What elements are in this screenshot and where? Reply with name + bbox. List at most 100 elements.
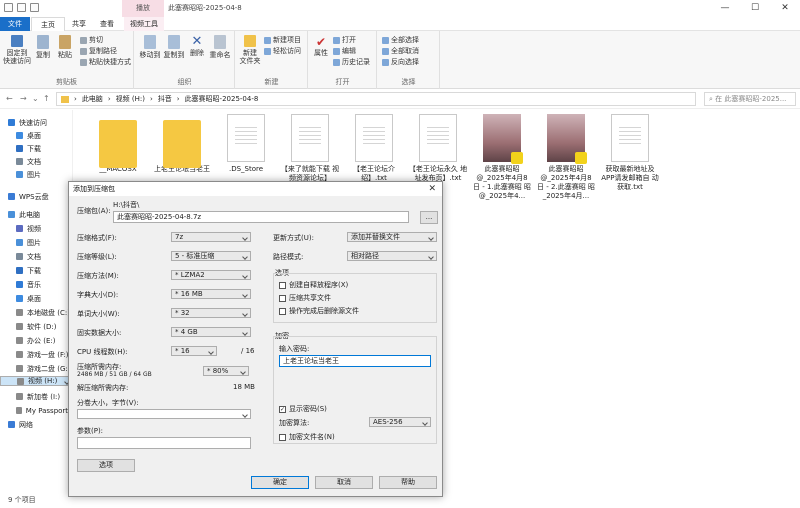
breadcrumb[interactable]: › 此电脑 › 视频 (H:) › 抖音 › 此塞赛昭昭-2025-04-8 bbox=[56, 92, 696, 106]
file-item[interactable]: 此塞赛昭昭 @_2025年4月8 日 - 1.此塞赛昭 昭@_2025年4... bbox=[472, 110, 532, 201]
file-item[interactable]: __MACOSX bbox=[88, 110, 148, 174]
easy-access-button[interactable]: 轻松访问 bbox=[264, 46, 301, 56]
nav-item[interactable]: WPS云盘 bbox=[0, 190, 73, 203]
copy-path-button[interactable]: 复制路径 bbox=[80, 46, 117, 56]
open-button[interactable]: 打开 bbox=[333, 35, 356, 45]
cancel-button[interactable]: 取消 bbox=[315, 476, 373, 489]
nav-item[interactable]: 文档 bbox=[0, 250, 73, 263]
tab-view[interactable]: 查看 bbox=[94, 17, 120, 31]
file-item[interactable]: 此塞赛昭昭 @_2025年4月8 日 - 2.此塞赛昭 昭_2025年4月... bbox=[536, 110, 596, 201]
nav-item[interactable]: 游戏一盘 (F:) bbox=[0, 348, 73, 361]
close-button[interactable]: ✕ bbox=[770, 0, 800, 17]
edit-button[interactable]: 编辑 bbox=[333, 46, 356, 56]
crumb-douyin[interactable]: 抖音 bbox=[158, 94, 172, 104]
password-input[interactable]: 上老王论坛当老王 bbox=[279, 355, 431, 367]
history-button[interactable]: 历史记录 bbox=[333, 57, 370, 67]
tab-home[interactable]: 主页 bbox=[31, 17, 65, 31]
file-item[interactable]: 获取最新地址及 APP请发邮箱自 动获取.txt bbox=[600, 110, 660, 192]
nav-item[interactable]: 本地磁盘 (C:) bbox=[0, 306, 73, 319]
recent-chevron-icon[interactable]: ⌄ bbox=[32, 94, 39, 103]
file-item[interactable]: .DS_Store bbox=[216, 110, 276, 174]
nav-item[interactable]: 桌面 bbox=[0, 292, 73, 305]
back-arrow-icon[interactable]: ← bbox=[6, 94, 13, 103]
invert-selection-button[interactable]: 反向选择 bbox=[382, 57, 419, 67]
search-input[interactable]: ⌕ 在 此塞赛昭昭-2025... bbox=[704, 92, 796, 106]
file-item[interactable]: 【来了就能下载 视频资源论坛】 bbox=[280, 110, 340, 183]
delete-button[interactable]: ✕ 删除 bbox=[187, 35, 207, 58]
delete-after-checkbox[interactable]: 操作完成后删除源文件 bbox=[279, 306, 359, 316]
solid-select[interactable]: * 4 GB bbox=[171, 327, 251, 337]
split-combo[interactable] bbox=[77, 409, 251, 419]
tab-file[interactable]: 文件 bbox=[0, 17, 30, 31]
word-select[interactable]: * 32 bbox=[171, 308, 251, 318]
method-select[interactable]: * LZMA2 bbox=[171, 270, 251, 280]
nav-item[interactable]: 办公 (E:) bbox=[0, 334, 73, 347]
nav-item[interactable]: 此电脑 bbox=[0, 208, 73, 221]
select-group: 全部选择 全部取消 反向选择 选择 bbox=[378, 31, 440, 89]
crumb-drive-h[interactable]: 视频 (H:) bbox=[116, 94, 145, 104]
properties-button[interactable]: ✔ 属性 bbox=[311, 35, 331, 57]
paste-button[interactable]: 粘贴 bbox=[56, 35, 74, 59]
nav-item[interactable]: 网络 bbox=[0, 418, 73, 431]
crumb-this-pc[interactable]: 此电脑 bbox=[82, 94, 103, 104]
help-button[interactable]: 帮助 bbox=[379, 476, 437, 489]
options-button[interactable]: 选项 bbox=[77, 459, 135, 472]
enc-method-select[interactable]: AES-256 bbox=[369, 417, 431, 427]
new-folder-button[interactable]: 新建 文件夹 bbox=[238, 35, 262, 65]
file-item[interactable]: 【老王论坛永久 地址发布页】.txt bbox=[408, 110, 468, 183]
file-item[interactable]: 【老王论坛介 绍】.txt bbox=[344, 110, 404, 183]
path-mode-select[interactable]: 相对路径 bbox=[347, 251, 437, 261]
nav-item[interactable]: 视频 bbox=[0, 222, 73, 235]
crumb-current-folder[interactable]: 此塞赛昭昭-2025-04-8 bbox=[185, 94, 259, 104]
shared-checkbox[interactable]: 压缩共享文件 bbox=[279, 293, 331, 303]
nav-item[interactable]: 快速访问 bbox=[0, 116, 73, 129]
params-input[interactable] bbox=[77, 437, 251, 449]
properties-quick-icon[interactable] bbox=[4, 3, 13, 12]
browse-button[interactable]: ... bbox=[420, 211, 438, 224]
nav-item[interactable]: 桌面 bbox=[0, 129, 73, 142]
checkbox-quick-icon[interactable] bbox=[17, 3, 26, 12]
context-tab-play[interactable]: 播放 bbox=[122, 0, 164, 17]
update-select[interactable]: 添加并替换文件 bbox=[347, 232, 437, 242]
move-to-button[interactable]: 移动到 bbox=[139, 35, 161, 59]
nav-item[interactable]: 下载 bbox=[0, 142, 73, 155]
tab-share[interactable]: 共享 bbox=[66, 17, 92, 31]
nav-item[interactable]: 新加卷 (I:) bbox=[0, 390, 73, 403]
sfx-checkbox[interactable]: 创建自释放程序(X) bbox=[279, 280, 348, 290]
pin-button[interactable]: 固定到 快速访问 bbox=[2, 35, 32, 65]
maximize-button[interactable]: ☐ bbox=[740, 0, 770, 17]
archive-name-combo[interactable]: 此塞赛昭昭-2025-04-8.7z bbox=[113, 211, 409, 223]
nav-item[interactable]: 视频 (H:) bbox=[0, 376, 73, 386]
up-arrow-icon[interactable]: ↑ bbox=[43, 94, 50, 103]
level-select[interactable]: 5 - 标准压缩 bbox=[171, 251, 251, 261]
nav-item[interactable]: 软件 (D:) bbox=[0, 320, 73, 333]
copy-to-button[interactable]: 复制到 bbox=[163, 35, 185, 59]
new-folder-quick-icon[interactable] bbox=[30, 3, 39, 12]
nav-item[interactable]: 音乐 bbox=[0, 278, 73, 291]
nav-item[interactable]: 图片 bbox=[0, 168, 73, 181]
dict-select[interactable]: * 16 MB bbox=[171, 289, 251, 299]
nav-item[interactable]: 下载 bbox=[0, 264, 73, 277]
ok-button[interactable]: 确定 bbox=[251, 476, 309, 489]
nav-item[interactable]: My Passport ( bbox=[0, 404, 73, 417]
nav-item[interactable]: 文档 bbox=[0, 155, 73, 168]
encrypt-names-checkbox[interactable]: 加密文件名(N) bbox=[279, 432, 335, 442]
file-item[interactable]: 上老王论坛当老王 bbox=[152, 110, 212, 174]
select-none-button[interactable]: 全部取消 bbox=[382, 46, 419, 56]
dialog-close-icon[interactable]: ✕ bbox=[428, 182, 436, 196]
cut-button[interactable]: 剪切 bbox=[80, 35, 103, 45]
rename-button[interactable]: 重命名 bbox=[209, 35, 231, 59]
minimize-button[interactable]: — bbox=[710, 0, 740, 17]
paste-shortcut-button[interactable]: 粘贴快捷方式 bbox=[80, 57, 131, 67]
format-select[interactable]: 7z bbox=[171, 232, 251, 242]
forward-arrow-icon[interactable]: → bbox=[20, 94, 27, 103]
select-all-button[interactable]: 全部选择 bbox=[382, 35, 419, 45]
show-password-checkbox[interactable]: ✓ 显示密码(S) bbox=[279, 404, 327, 414]
threads-select[interactable]: * 16 bbox=[171, 346, 217, 356]
new-item-button[interactable]: 新建项目 bbox=[264, 35, 301, 45]
mem-percent-select[interactable]: * 80% bbox=[203, 366, 249, 376]
nav-item[interactable]: 图片 bbox=[0, 236, 73, 249]
tab-video-tools[interactable]: 视频工具 bbox=[124, 17, 164, 31]
copy-button[interactable]: 复制 bbox=[34, 35, 52, 59]
nav-item[interactable]: 游戏二盘 (G:) bbox=[0, 362, 73, 375]
